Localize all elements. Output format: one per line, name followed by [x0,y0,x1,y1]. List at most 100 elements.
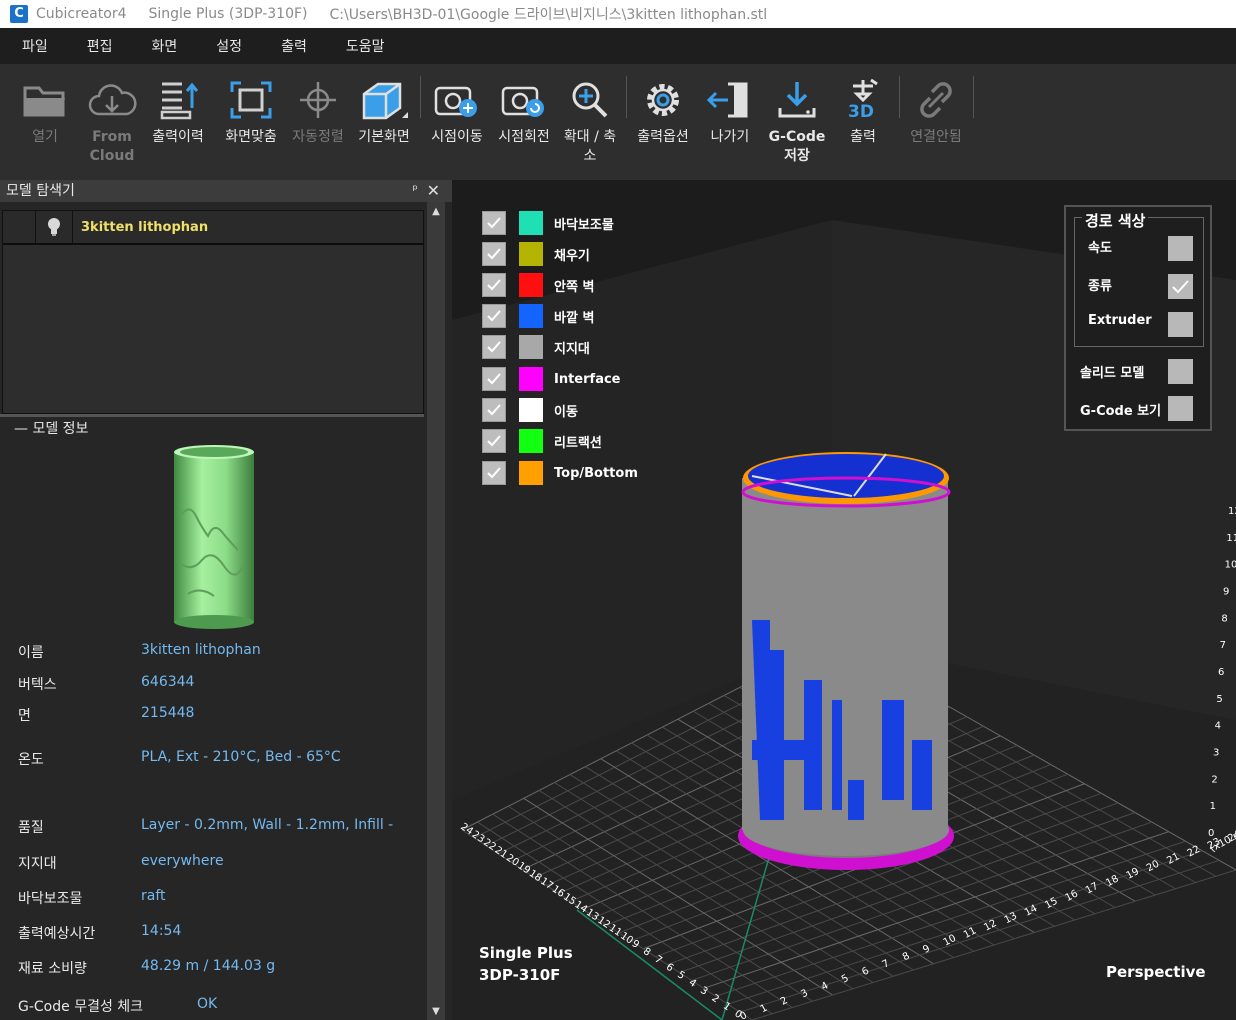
legend-swatch [519,367,543,391]
model-list-item[interactable]: 3kitten lithophan [3,211,423,245]
disconnected-button[interactable]: 연결안됨 [902,72,970,147]
legend-item[interactable]: 채우기 [482,241,590,267]
z-axis-tick: 4 [1215,721,1221,732]
legend-item[interactable]: 안쪽 벽 [482,272,594,298]
info-row: 지지대 everywhere [18,853,224,872]
legend-item[interactable]: 리트랙션 [482,428,602,454]
check-icon [487,310,501,322]
legend-checkbox[interactable] [482,398,506,422]
row-select-cell[interactable] [3,211,36,243]
check-icon [487,467,501,479]
info-row: 면 215448 [18,705,195,724]
z-axis-tick: 1 [1210,801,1216,812]
from-cloud-button[interactable]: From Cloud [84,72,140,166]
speed-label: 속도 [1088,241,1112,256]
legend-swatch [519,461,543,485]
scroll-up-arrow-icon[interactable]: ▲ [427,202,445,222]
model-info-title[interactable]: — 모델 정보 [14,418,88,438]
toolbar-separator [420,76,421,118]
menu-file[interactable]: 파일 [0,36,65,56]
type-checkbox[interactable] [1168,274,1193,299]
auto-align-button[interactable]: 자동정렬 [285,72,351,147]
move-view-button[interactable]: 시점이동 [425,72,489,147]
z-axis-tick: 8 [1221,613,1227,624]
rotate-view-button[interactable]: 시점회전 [492,72,556,147]
legend-checkbox[interactable] [482,242,506,266]
legend-swatch [519,242,543,266]
legend-checkbox[interactable] [482,335,506,359]
pin-icon[interactable]: ᵖ [412,180,418,202]
legend-item[interactable]: 바닥보조물 [482,210,614,236]
solid-model-label: 솔리드 모델 [1080,366,1145,381]
legend-item[interactable]: 이동 [482,397,578,423]
z-axis-tick: 9 [1223,587,1229,598]
print-3d-button[interactable]: 3D 출력 [832,72,894,147]
legend-checkbox[interactable] [482,273,506,297]
download-icon [778,82,816,118]
legend-checkbox[interactable] [482,461,506,485]
broken-link-icon [920,82,952,118]
legend-checkbox[interactable] [482,211,506,235]
info-row: 이름 3kitten lithophan [18,642,261,661]
legend-checkbox[interactable] [482,367,506,391]
z-axis-tick: 7 [1220,640,1226,651]
zoom-button[interactable]: 확대 / 축 소 [558,72,622,166]
extruder-label: Extruder [1088,313,1152,328]
projection-mode-label[interactable]: Perspective [1106,963,1206,981]
legend-checkbox[interactable] [482,429,506,453]
app-logo-icon: C [10,5,28,23]
gcode-view-checkbox[interactable] [1168,396,1193,421]
default-view-button[interactable]: 기본화면 [352,72,416,147]
app-title: Cubicreator4 [36,6,127,22]
solid-model-checkbox[interactable] [1168,359,1193,384]
speed-checkbox[interactable] [1168,236,1193,261]
gcode-save-button[interactable]: G-Code 저장 [765,72,829,166]
info-row: 온도 PLA, Ext - 210°C, Bed - 65°C [18,749,341,768]
menu-bar: 파일 편집 화면 설정 출력 도움말 [0,28,1236,65]
title-bar: C Cubicreator4 Single Plus (3DP-310F) C:… [0,0,1236,28]
check-icon [487,373,501,385]
check-icon [487,248,501,260]
print-history-button[interactable]: 출력이력 [146,72,210,147]
menu-view[interactable]: 화면 [130,36,195,56]
legend-swatch [519,211,543,235]
open-button[interactable]: 열기 [18,72,72,147]
legend-item[interactable]: Interface [482,366,621,392]
legend-checkbox[interactable] [482,304,506,328]
info-row: 품질 Layer - 0.2mm, Wall - 1.2mm, Infill - [18,817,394,836]
legend-swatch [519,335,543,359]
menu-settings[interactable]: 설정 [194,36,259,56]
legend-item[interactable]: Top/Bottom [482,460,638,486]
menu-help[interactable]: 도움말 [324,36,402,56]
fit-screen-button[interactable]: 화면맞춤 [219,72,283,147]
camera-move-icon [434,86,477,117]
legend-item[interactable]: 지지대 [482,334,590,360]
legend-item[interactable]: 바깥 벽 [482,303,594,329]
close-icon[interactable]: ✕ [427,180,440,202]
gcode-preview-model [738,452,954,870]
info-row: G-Code 무결성 체크 OK [18,996,218,1015]
exit-door-icon [706,82,748,118]
extruder-checkbox[interactable] [1168,312,1193,337]
legend-swatch [519,398,543,422]
3d-viewport[interactable]: 0 1 2 3 4 5 6 7 8 9 10 11 12 13 14 15 16 17 18 19 20 21 22 23 24… [452,180,1236,1020]
gear-icon [647,84,679,116]
file-path: C:\Users\BH3D-01\Google 드라이브\비지니스\3kitte… [329,7,768,23]
toolbar-separator [973,76,974,118]
exit-button[interactable]: 나가기 [700,72,760,147]
history-list-icon [160,82,199,120]
z-axis-tick: 10 [1225,560,1236,571]
menu-edit[interactable]: 편집 [65,36,130,56]
print-options-button[interactable]: 출력옵션 [630,72,696,147]
lightbulb-icon [48,218,60,236]
legend-swatch [519,304,543,328]
z-axis-tick: 12 [1228,506,1236,517]
legend-swatch [519,273,543,297]
scroll-down-arrow-icon[interactable]: ▼ [427,1004,445,1020]
menu-print[interactable]: 출력 [259,36,324,56]
check-icon [487,404,501,416]
visibility-toggle[interactable] [36,211,73,243]
sidebar-scrollbar[interactable]: ▲ ▼ [427,202,445,1020]
zoom-magnifier-icon [572,82,608,118]
path-color-panel: 경로 색상 속도 종류 Extruder 솔리드 모델 G-Code 보기 [1064,205,1212,431]
